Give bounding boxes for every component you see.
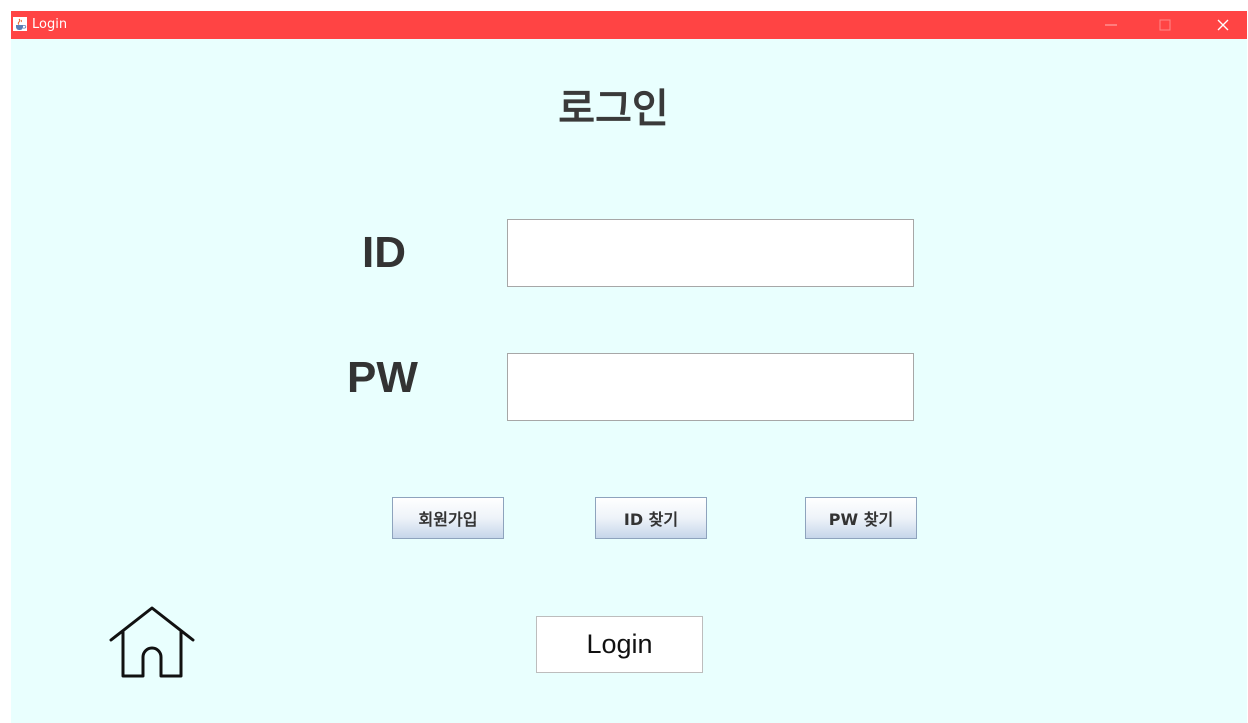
title-bar[interactable]: Login: [11, 11, 1247, 39]
close-icon: [1217, 19, 1229, 31]
signup-button[interactable]: 회원가입: [392, 497, 504, 539]
id-label: ID: [362, 228, 406, 277]
pw-input[interactable]: [507, 353, 914, 421]
maximize-icon: [1159, 19, 1171, 31]
login-window: Login 로그인 ID PW 회원가입 ID 찾기 PW 찾기 Login: [11, 11, 1247, 723]
minimize-icon: [1105, 24, 1117, 26]
minimize-button[interactable]: [1088, 11, 1134, 39]
maximize-button[interactable]: [1142, 11, 1188, 39]
java-cup-icon: [13, 17, 27, 31]
find-pw-button[interactable]: PW 찾기: [805, 497, 917, 539]
window-title: Login: [32, 17, 68, 32]
home-icon[interactable]: [107, 605, 197, 679]
id-input[interactable]: [507, 219, 914, 287]
find-id-button[interactable]: ID 찾기: [595, 497, 707, 539]
login-button[interactable]: Login: [536, 616, 703, 673]
pw-label: PW: [347, 353, 418, 402]
close-button[interactable]: [1200, 11, 1246, 39]
page-title: 로그인: [558, 86, 669, 132]
